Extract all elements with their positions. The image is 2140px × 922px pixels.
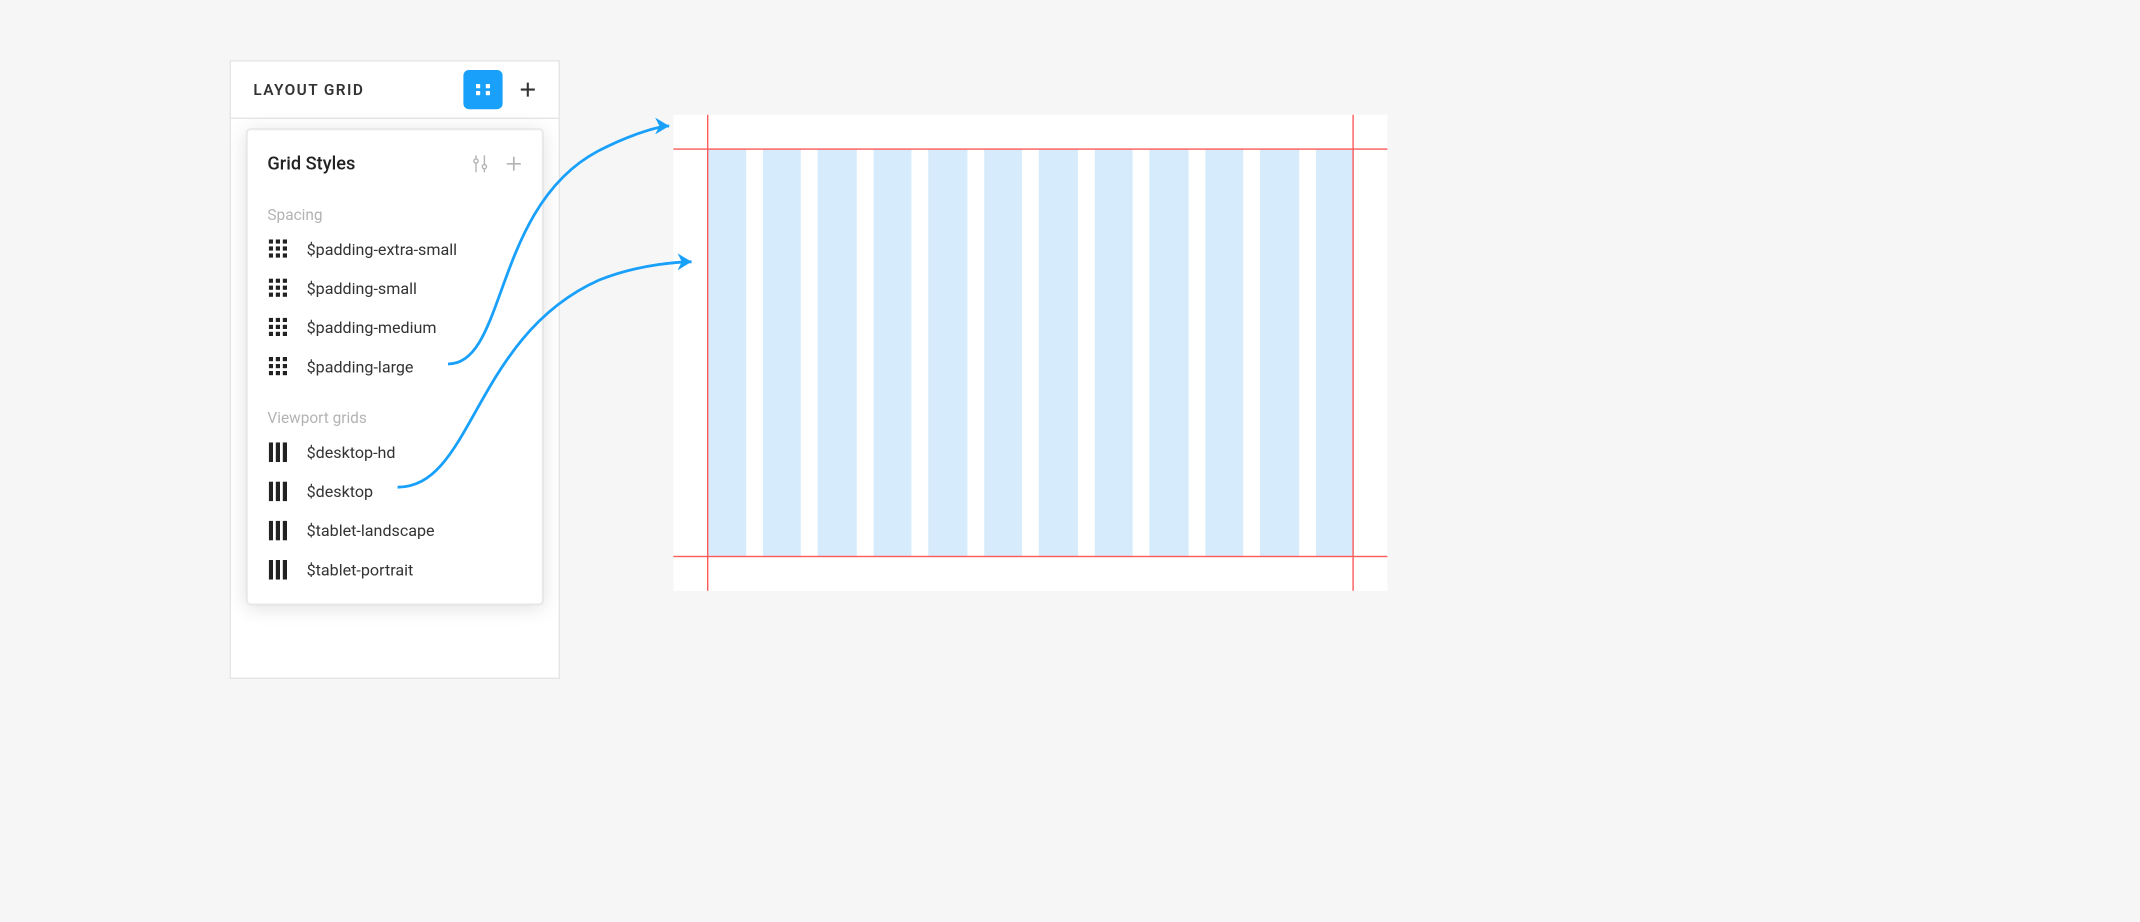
margin-guide-bottom xyxy=(673,556,1387,557)
style-name: $desktop-hd xyxy=(307,442,396,462)
style-item-padding-extra-small[interactable]: $padding-extra-small xyxy=(248,230,542,269)
spacing-list: $padding-extra-small $padding-small xyxy=(248,230,542,401)
viewport-list: $desktop-hd $desktop $tablet-landscape $… xyxy=(248,433,542,604)
plus-icon xyxy=(504,154,524,174)
grid-column xyxy=(707,148,746,557)
grid-column xyxy=(928,148,967,557)
grid-column xyxy=(1094,148,1133,557)
panel-header: LAYOUT GRID xyxy=(231,62,559,118)
grid-columns xyxy=(707,148,1354,557)
settings-button[interactable] xyxy=(463,147,497,181)
grid-3x3-icon xyxy=(267,356,289,378)
grid-column xyxy=(1315,148,1354,557)
group-label-spacing: Spacing xyxy=(248,197,542,229)
style-item-desktop-hd[interactable]: $desktop-hd xyxy=(248,433,542,472)
sliders-icon xyxy=(470,154,490,174)
group-label-viewport: Viewport grids xyxy=(248,400,542,432)
style-name: $padding-medium xyxy=(307,318,437,338)
style-name: $padding-large xyxy=(307,357,414,377)
grid-3x3-icon xyxy=(267,277,289,299)
margin-guide-top xyxy=(673,148,1387,149)
grid-column xyxy=(1039,148,1078,557)
style-name: $desktop xyxy=(307,482,373,502)
grid-column xyxy=(1205,148,1244,557)
style-name: $padding-extra-small xyxy=(307,239,457,259)
grid-dots-icon xyxy=(475,81,492,98)
style-item-tablet-portrait[interactable]: $tablet-portrait xyxy=(248,550,542,589)
grid-column xyxy=(984,148,1023,557)
style-item-padding-small[interactable]: $padding-small xyxy=(248,269,542,308)
grid-column xyxy=(1149,148,1188,557)
margin-guide-left xyxy=(707,115,708,591)
columns-icon xyxy=(267,480,289,502)
add-grid-button[interactable] xyxy=(508,70,547,109)
columns-icon xyxy=(267,441,289,463)
grid-column xyxy=(818,148,857,557)
grid-styles-popover: Grid Styles Spacing xyxy=(246,129,543,605)
popover-header: Grid Styles xyxy=(248,130,542,197)
style-item-desktop[interactable]: $desktop xyxy=(248,472,542,511)
columns-icon xyxy=(267,559,289,581)
style-name: $padding-small xyxy=(307,279,417,299)
add-style-button[interactable] xyxy=(497,147,531,181)
margin-guide-right xyxy=(1352,115,1353,591)
style-item-padding-medium[interactable]: $padding-medium xyxy=(248,308,542,347)
grid-3x3-icon xyxy=(267,316,289,338)
grid-column xyxy=(1260,148,1299,557)
plus-icon xyxy=(518,80,538,100)
style-name: $tablet-portrait xyxy=(307,560,414,580)
style-name: $tablet-landscape xyxy=(307,521,435,541)
panel-title: LAYOUT GRID xyxy=(253,81,463,99)
grid-column xyxy=(762,148,801,557)
style-item-tablet-landscape[interactable]: $tablet-landscape xyxy=(248,511,542,550)
grid-column xyxy=(873,148,912,557)
canvas-frame[interactable] xyxy=(673,115,1387,591)
grid-styles-button[interactable] xyxy=(463,70,502,109)
grid-3x3-icon xyxy=(267,238,289,260)
columns-icon xyxy=(267,519,289,541)
popover-title: Grid Styles xyxy=(267,153,463,174)
style-item-padding-large[interactable]: $padding-large xyxy=(248,347,542,386)
